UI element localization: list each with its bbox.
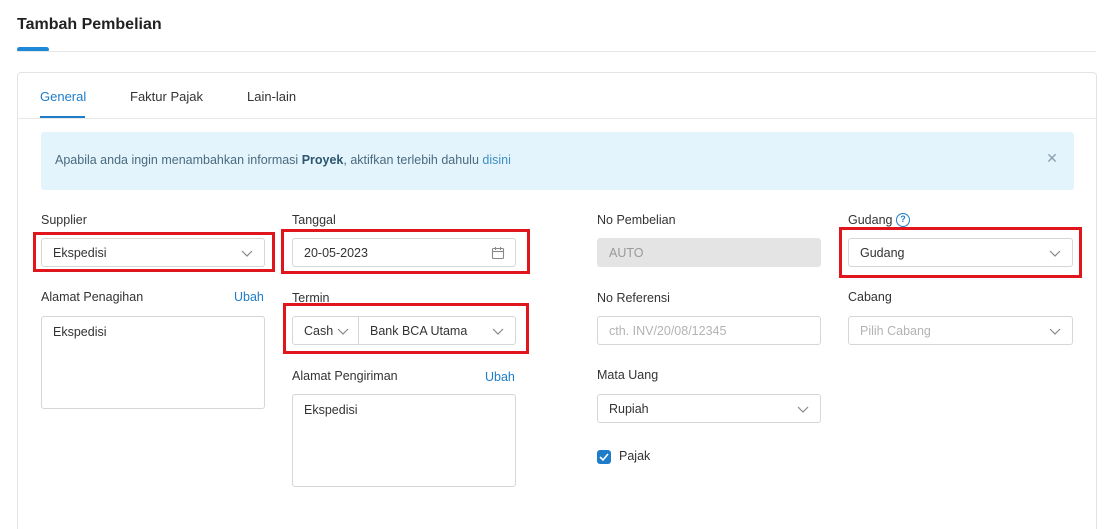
tab-bar: General Faktur Pajak Lain-lain <box>18 73 1096 119</box>
cabang-placeholder: Pilih Cabang <box>860 324 931 338</box>
alamat-penagihan-value: Ekspedisi <box>53 325 107 339</box>
supplier-label: Supplier <box>41 213 87 227</box>
alert-text-bold: Proyek <box>301 153 344 167</box>
help-icon[interactable]: ? <box>896 213 910 227</box>
gudang-select[interactable]: Gudang <box>848 238 1073 267</box>
alert-link-disini[interactable]: disini <box>482 153 511 167</box>
active-tab-indicator <box>40 116 85 118</box>
tanggal-datepicker[interactable]: 20-05-2023 <box>292 238 516 267</box>
cabang-label: Cabang <box>848 290 892 304</box>
no-referensi-placeholder: cth. INV/20/08/12345 <box>609 324 727 338</box>
no-referensi-input[interactable]: cth. INV/20/08/12345 <box>597 316 821 345</box>
chevron-down-icon <box>1048 324 1062 338</box>
mata-uang-label: Mata Uang <box>597 368 659 382</box>
no-referensi-label: No Referensi <box>597 291 670 305</box>
termin-type-select[interactable]: Cash <box>293 317 358 344</box>
chevron-down-icon <box>1048 246 1062 260</box>
alert-message: Apabila anda ingin menambahkan informasi… <box>55 153 511 167</box>
alamat-pengiriman-value: Ekspedisi <box>304 403 358 417</box>
close-icon[interactable]: ✕ <box>1044 150 1060 166</box>
termin-account-select[interactable]: Bank BCA Utama <box>359 317 515 344</box>
tab-general[interactable]: General <box>40 89 86 104</box>
alamat-penagihan-ubah-link[interactable]: Ubah <box>234 290 264 304</box>
no-pembelian-input: AUTO <box>597 238 821 267</box>
purchase-form-card: General Faktur Pajak Lain-lain Apabila a… <box>17 72 1097 529</box>
pajak-label: Pajak <box>619 449 651 463</box>
page-title: Tambah Pembelian <box>17 16 162 33</box>
alamat-pengiriman-ubah-link[interactable]: Ubah <box>485 370 515 384</box>
gudang-label: Gudang <box>848 213 893 227</box>
tanggal-value: 20-05-2023 <box>304 246 368 260</box>
check-icon <box>599 453 609 462</box>
alamat-pengiriman-label: Alamat Pengiriman <box>292 369 398 383</box>
alamat-penagihan-textarea[interactable]: Ekspedisi <box>41 316 265 409</box>
termin-type-value: Cash <box>304 324 334 338</box>
mata-uang-value: Rupiah <box>609 402 649 416</box>
termin-group: Cash Bank BCA Utama <box>292 316 516 345</box>
mata-uang-select[interactable]: Rupiah <box>597 394 821 423</box>
chevron-down-icon <box>491 324 505 338</box>
tab-faktur-pajak[interactable]: Faktur Pajak <box>130 89 203 104</box>
no-pembelian-label: No Pembelian <box>597 213 676 227</box>
cabang-select[interactable]: Pilih Cabang <box>848 316 1073 345</box>
chevron-down-icon <box>240 246 254 260</box>
alert-text-after: , aktifkan terlebih dahulu <box>343 153 483 167</box>
tab-lain-lain[interactable]: Lain-lain <box>247 89 296 104</box>
pajak-checkbox[interactable] <box>597 450 611 464</box>
title-divider <box>17 51 1096 52</box>
chevron-down-icon <box>796 402 810 416</box>
chevron-down-icon <box>336 324 350 338</box>
supplier-select[interactable]: Ekspedisi <box>41 238 265 267</box>
calendar-icon <box>491 246 505 260</box>
supplier-value: Ekspedisi <box>53 246 107 260</box>
alamat-penagihan-label: Alamat Penagihan <box>41 290 144 304</box>
info-alert: Apabila anda ingin menambahkan informasi… <box>41 132 1074 190</box>
alert-text-before: Apabila anda ingin menambahkan informasi <box>55 153 302 167</box>
no-pembelian-value: AUTO <box>609 246 644 260</box>
termin-label: Termin <box>292 291 330 305</box>
tanggal-label: Tanggal <box>292 213 336 227</box>
gudang-value: Gudang <box>860 246 905 260</box>
alamat-pengiriman-textarea[interactable]: Ekspedisi <box>292 394 516 487</box>
termin-account-value: Bank BCA Utama <box>370 324 468 338</box>
